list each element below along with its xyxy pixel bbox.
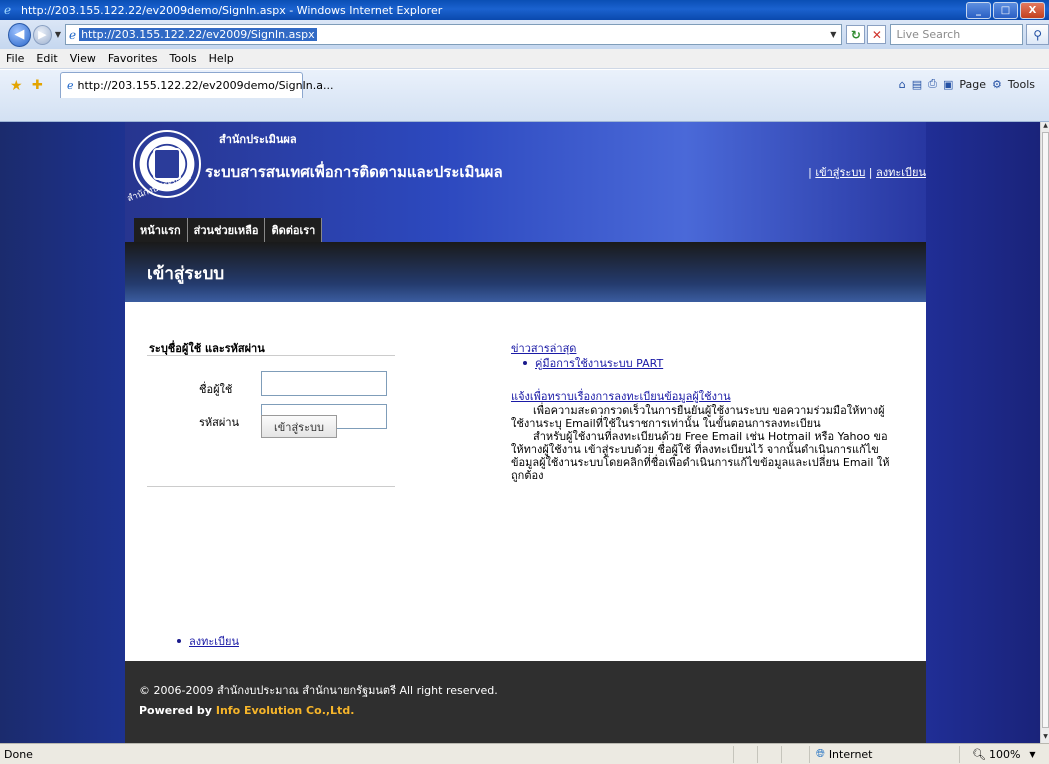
globe-icon: 🌐︎ bbox=[816, 747, 825, 760]
page-title: เข้าสู่ระบบ bbox=[147, 264, 225, 284]
status-segment bbox=[780, 745, 805, 763]
register-list-item: ลงทะเบียน bbox=[177, 632, 239, 650]
copyright-text: © 2006-2009 สำนักงบประมาณ สำนักนายกรัฐมน… bbox=[139, 684, 498, 697]
vertical-scrollbar[interactable]: ▲ ▼ bbox=[1040, 122, 1049, 743]
page-viewport: สำนักงบประมาณ สำนักประเมินผล ระบบสารสนเท… bbox=[0, 122, 1040, 743]
minimize-button[interactable]: _ bbox=[966, 1, 991, 19]
back-button[interactable]: ◀ bbox=[8, 22, 31, 47]
announcement-paragraph-1: เพื่อความสะดวกรวดเร็วในการยืนยันผู้ใช้งา… bbox=[511, 404, 885, 430]
address-url[interactable]: http://203.155.122.22/ev2009/SignIn.aspx bbox=[79, 28, 317, 41]
ie-logo-icon: ℯ bbox=[4, 2, 12, 17]
powered-by-label: Powered by bbox=[139, 704, 212, 717]
announcement: แจ้งเพื่อทราบเรื่องการลงทะเบียนข้อมูลผู้… bbox=[511, 390, 891, 482]
org-label: สำนักประเมินผล bbox=[219, 133, 297, 146]
scroll-down-arrow-icon[interactable]: ▼ bbox=[1041, 733, 1049, 743]
search-button[interactable]: ⚲ bbox=[1026, 24, 1049, 45]
refresh-button[interactable]: ↻ bbox=[846, 25, 866, 44]
recent-pages-dropdown[interactable]: ▼ bbox=[55, 30, 61, 39]
login-bottom-divider bbox=[147, 486, 395, 487]
menu-bar: File Edit View Favorites Tools Help bbox=[0, 49, 1049, 69]
news-item-link[interactable]: คู่มือการใช้งานระบบ PART bbox=[535, 354, 663, 372]
login-divider bbox=[147, 355, 395, 356]
page-icon: ℯ bbox=[68, 27, 77, 42]
news-item: คู่มือการใช้งานระบบ PART bbox=[523, 354, 663, 372]
stop-icon: ✕ bbox=[871, 27, 882, 42]
menu-view[interactable]: View bbox=[70, 52, 96, 65]
window-titlebar: ℯ http://203.155.122.22/ev2009demo/SignI… bbox=[0, 0, 1049, 20]
maximize-button[interactable]: □ bbox=[993, 1, 1018, 19]
tab-page-icon: ℯ bbox=[67, 79, 74, 92]
announcement-title: แจ้งเพื่อทราบเรื่องการลงทะเบียนข้อมูลผู้… bbox=[511, 390, 731, 403]
refresh-icon: ↻ bbox=[850, 27, 861, 42]
zoom-level: 100% bbox=[988, 747, 1021, 761]
register-link[interactable]: ลงทะเบียน bbox=[189, 632, 239, 650]
nav-help[interactable]: ส่วนช่วยเหลือ bbox=[187, 218, 266, 242]
page-banner: เข้าสู่ระบบ bbox=[125, 242, 926, 302]
forward-button[interactable]: ▶ bbox=[32, 24, 52, 45]
tools-menu[interactable]: Tools bbox=[1008, 78, 1035, 91]
print-icon[interactable]: ⎙ bbox=[928, 77, 937, 91]
header-login-link[interactable]: เข้าสู่ระบบ bbox=[815, 166, 865, 179]
site-header: สำนักงบประมาณ สำนักประเมินผล ระบบสารสนเท… bbox=[125, 122, 926, 242]
security-zone[interactable]: 🌐︎ Internet bbox=[809, 745, 959, 763]
address-bar[interactable]: ℯ http://203.155.122.22/ev2009/SignIn.as… bbox=[64, 24, 843, 45]
site-container: สำนักงบประมาณ สำนักประเมินผล ระบบสารสนเท… bbox=[125, 122, 926, 743]
header-links: | เข้าสู่ระบบ | ลงทะเบียน bbox=[808, 163, 926, 181]
close-button[interactable]: X bbox=[1020, 1, 1045, 19]
bullet-icon bbox=[177, 639, 181, 643]
command-bar: ⌂ ▤ ⎙ ▣ Page ⚙ Tools bbox=[899, 77, 1035, 91]
username-field[interactable] bbox=[261, 371, 387, 396]
status-segment bbox=[732, 745, 757, 763]
page-menu[interactable]: Page bbox=[959, 78, 986, 91]
menu-tools[interactable]: Tools bbox=[170, 52, 197, 65]
zoom-icon: 🔍︎ bbox=[972, 747, 986, 761]
search-icon: ⚲ bbox=[1033, 27, 1042, 42]
stop-button[interactable]: ✕ bbox=[867, 25, 887, 44]
address-dropdown-icon[interactable]: ▼ bbox=[825, 30, 841, 39]
window-controls: _ □ X bbox=[966, 1, 1049, 19]
forward-arrow-icon: ▶ bbox=[38, 28, 47, 41]
main-content: ระบุชื่อผู้ใช้ และรหัสผ่าน ชื่อผู้ใช้ รห… bbox=[125, 302, 926, 661]
menu-file[interactable]: File bbox=[6, 52, 24, 65]
tab-title: http://203.155.122.22/ev2009demo/SignIn.… bbox=[77, 79, 334, 92]
search-input[interactable]: Live Search bbox=[890, 24, 1024, 45]
bullet-icon bbox=[523, 361, 527, 365]
zoom-dropdown-icon: ▼ bbox=[1029, 749, 1036, 759]
zone-label: Internet bbox=[828, 747, 873, 761]
powered-by: Powered by Info Evolution Co.,Ltd. bbox=[139, 704, 354, 717]
status-bar: Done 🌐︎ Internet 🔍︎ 100% ▼ bbox=[0, 743, 1049, 764]
add-favorites-icon[interactable]: ✚ bbox=[32, 78, 43, 93]
window-title: http://203.155.122.22/ev2009demo/SignIn.… bbox=[21, 3, 443, 17]
menu-edit[interactable]: Edit bbox=[36, 52, 57, 65]
scroll-thumb[interactable] bbox=[1042, 132, 1049, 728]
site-footer: © 2006-2009 สำนักงบประมาณ สำนักนายกรัฐมน… bbox=[125, 661, 926, 743]
scroll-up-arrow-icon[interactable]: ▲ bbox=[1041, 122, 1049, 132]
tools-gear-icon: ⚙ bbox=[992, 77, 1002, 91]
system-title: ระบบสารสนเทศเพื่อการติดตามและประเมินผล bbox=[205, 163, 503, 181]
menu-help[interactable]: Help bbox=[209, 52, 234, 65]
home-icon[interactable]: ⌂ bbox=[899, 78, 906, 91]
menu-favorites[interactable]: Favorites bbox=[108, 52, 158, 65]
nav-contact[interactable]: ติดต่อเรา bbox=[265, 218, 323, 242]
powered-by-brand: Info Evolution Co.,Ltd. bbox=[215, 704, 355, 717]
top-nav: หน้าแรก ส่วนช่วยเหลือ ติดต่อเรา bbox=[134, 218, 323, 242]
zoom-control[interactable]: 🔍︎ 100% ▼ bbox=[959, 745, 1049, 763]
feeds-icon[interactable]: ▤ bbox=[912, 78, 922, 91]
header-register-link[interactable]: ลงทะเบียน bbox=[876, 166, 926, 179]
browser-tab[interactable]: ℯ http://203.155.122.22/ev2009demo/SignI… bbox=[60, 72, 334, 98]
status-segment bbox=[756, 745, 781, 763]
username-label: ชื่อผู้ใช้ bbox=[199, 383, 233, 396]
announcement-paragraph-2: สำหรับผู้ใช้งานที่ลงทะเบียนด้วย Free Ema… bbox=[511, 430, 890, 482]
header-separator: | bbox=[868, 166, 873, 179]
login-submit-button[interactable]: เข้าสู่ระบบ bbox=[261, 415, 337, 438]
password-label: รหัสผ่าน bbox=[199, 416, 240, 429]
tab-toolbar: ★ ✚ ℯ http://203.155.122.22/ev2009demo/S… bbox=[0, 70, 1049, 122]
nav-home[interactable]: หน้าแรก bbox=[134, 218, 188, 242]
status-text: Done bbox=[4, 747, 33, 761]
address-toolbar: ◀ ▶ ▼ ℯ http://203.155.122.22/ev2009/Sig… bbox=[0, 20, 1049, 49]
page-menu-icon: ▣ bbox=[942, 77, 954, 91]
header-separator: | bbox=[808, 166, 812, 179]
favorites-star-icon[interactable]: ★ bbox=[10, 78, 23, 94]
back-arrow-icon: ◀ bbox=[14, 27, 25, 42]
